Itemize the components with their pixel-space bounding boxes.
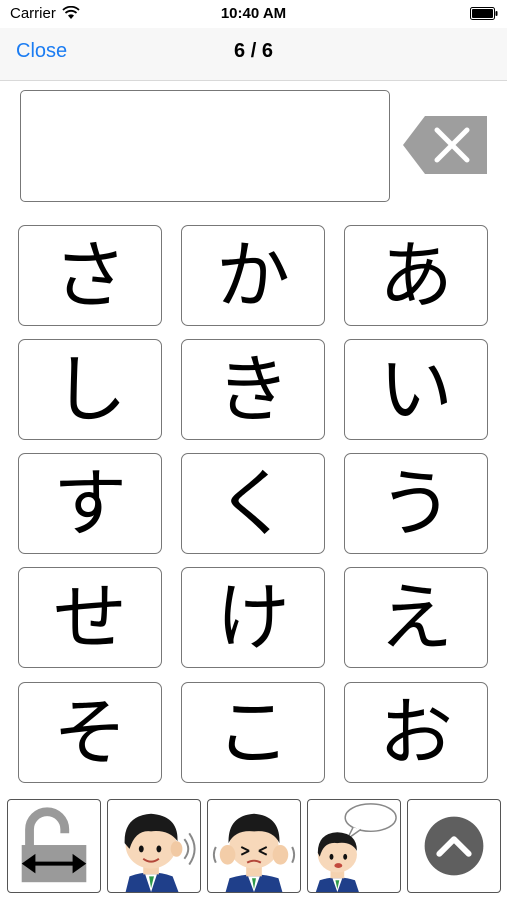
page-indicator: 6 / 6 xyxy=(234,40,273,62)
key-ku[interactable]: く xyxy=(181,453,325,554)
person-listening-icon xyxy=(124,813,196,892)
navigation-bar: Close 6 / 6 xyxy=(0,28,507,81)
listening-button[interactable] xyxy=(107,799,201,893)
backspace-button[interactable] xyxy=(403,114,487,176)
person-covering-ears-icon xyxy=(212,813,296,892)
key-i[interactable]: い xyxy=(344,339,488,440)
battery-icon xyxy=(470,7,498,20)
key-o[interactable]: お xyxy=(344,682,488,783)
scroll-up-button[interactable] xyxy=(407,799,501,893)
key-e[interactable]: え xyxy=(344,567,488,668)
text-input-field[interactable] xyxy=(20,90,390,202)
key-ka[interactable]: か xyxy=(181,225,325,326)
lock-swap-button[interactable] xyxy=(7,799,101,893)
covering-ears-button[interactable] xyxy=(207,799,301,893)
person-speaking-icon xyxy=(315,803,397,892)
key-sa[interactable]: さ xyxy=(18,225,162,326)
lock-swap-icon xyxy=(21,807,87,883)
speaking-button[interactable] xyxy=(307,799,401,893)
key-se[interactable]: せ xyxy=(18,567,162,668)
key-su[interactable]: す xyxy=(18,453,162,554)
key-ke[interactable]: け xyxy=(181,567,325,668)
status-time: 10:40 AM xyxy=(220,5,287,22)
status-bar: Carrier 10:40 AM xyxy=(0,0,507,28)
key-u[interactable]: う xyxy=(344,453,488,554)
key-ki[interactable]: き xyxy=(181,339,325,440)
key-a[interactable]: あ xyxy=(344,225,488,326)
key-ko[interactable]: こ xyxy=(181,682,325,783)
scroll-up-icon xyxy=(424,816,484,876)
key-so[interactable]: そ xyxy=(18,682,162,783)
key-shi[interactable]: し xyxy=(18,339,162,440)
